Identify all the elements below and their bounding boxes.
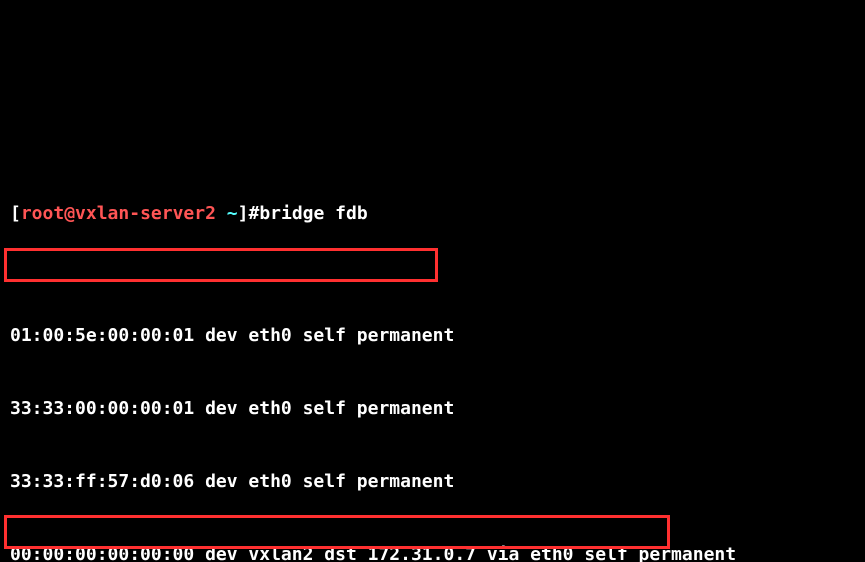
prompt-path: ~ (227, 203, 238, 224)
terminal-window[interactable]: [root@vxlan-server2 ~]#bridge fdb 01:00:… (0, 0, 865, 562)
highlight-box-fdb-row (4, 248, 438, 282)
fdb-row: 33:33:00:00:00:01 dev eth0 self permanen… (10, 397, 855, 421)
prompt-host: vxlan-server2 (75, 203, 216, 224)
fdb-row: 01:00:5e:00:00:01 dev eth0 self permanen… (10, 324, 855, 348)
prompt-user: root (21, 203, 64, 224)
prompt-line-1: [root@vxlan-server2 ~]#bridge fdb (10, 202, 855, 226)
prompt-symbol: # (248, 203, 259, 224)
fdb-row: 00:00:00:00:00:00 dev vxlan2 dst 172.31.… (10, 543, 855, 562)
command-1: bridge fdb (259, 203, 367, 224)
fdb-row: 33:33:ff:57:d0:06 dev eth0 self permanen… (10, 470, 855, 494)
